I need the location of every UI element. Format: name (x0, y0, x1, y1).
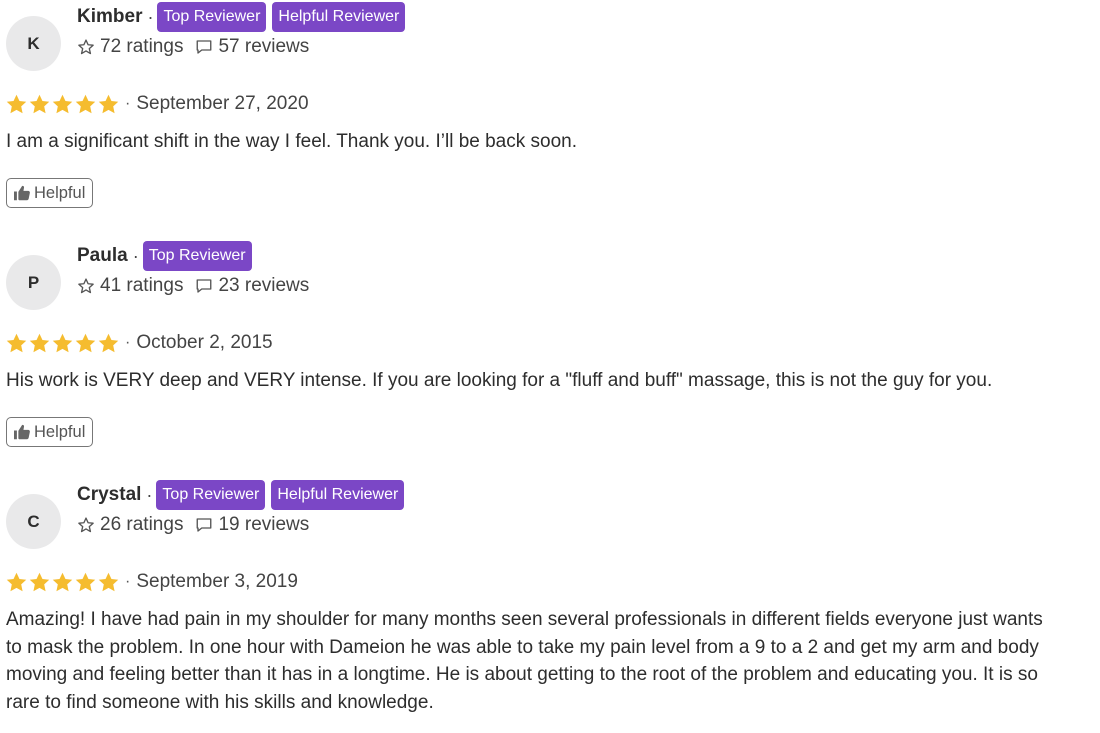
star-icon (75, 572, 96, 592)
review-text: His work is VERY deep and VERY intense. … (6, 370, 993, 391)
reviews-count: 57 reviews (218, 36, 310, 57)
reviewer-name[interactable]: Crystal (77, 484, 141, 506)
reviews-count: 23 reviews (218, 275, 310, 296)
reviewer-header: Crystal · Top Reviewer Helpful Reviewer (77, 479, 410, 511)
star-outline-icon (77, 38, 95, 56)
avatar[interactable]: P (6, 255, 61, 310)
star-icon (75, 333, 96, 353)
speech-bubble-icon (195, 516, 213, 534)
review-date: September 3, 2019 (136, 571, 298, 592)
ratings-count: 41 ratings (100, 275, 184, 296)
star-outline-icon (77, 277, 95, 295)
top-reviewer-badge: Top Reviewer (157, 2, 267, 32)
thumbs-up-icon (14, 424, 30, 440)
thumbs-up-icon (14, 185, 30, 201)
star-icon (6, 333, 27, 353)
review-date: September 27, 2020 (136, 93, 309, 114)
reviewer-header: Paula · Top Reviewer (77, 240, 258, 272)
rating-row: · September 27, 2020 (6, 92, 309, 116)
separator-dot: · (146, 484, 153, 505)
review-text: Amazing! I have had pain in my shoulder … (6, 609, 1043, 713)
helpful-reviewer-badge: Helpful Reviewer (271, 480, 405, 510)
reviews-count: 19 reviews (218, 514, 310, 535)
reviewer-header: Kimber · Top Reviewer Helpful Reviewer (77, 1, 411, 33)
helpful-reviewer-badge: Helpful Reviewer (272, 2, 406, 32)
reviewer-stats: 41 ratings 23 reviews (77, 274, 309, 298)
helpful-label: Helpful (34, 422, 86, 441)
star-rating (6, 572, 121, 592)
speech-bubble-icon (195, 38, 213, 56)
avatar[interactable]: K (6, 16, 61, 71)
star-icon (52, 94, 73, 114)
review-text: I am a significant shift in the way I fe… (6, 131, 578, 152)
star-outline-icon (77, 516, 95, 534)
star-rating (6, 333, 121, 353)
star-rating (6, 94, 121, 114)
separator-dot: · (125, 95, 131, 112)
helpful-button[interactable]: Helpful (6, 417, 94, 447)
star-icon (29, 572, 50, 592)
separator-dot: · (147, 6, 154, 27)
top-reviewer-badge: Top Reviewer (142, 241, 252, 271)
star-icon (6, 94, 27, 114)
helpful-label: Helpful (34, 183, 86, 202)
review-date: October 2, 2015 (136, 332, 273, 353)
reviewer-name[interactable]: Kimber (77, 6, 142, 28)
top-reviewer-badge: Top Reviewer (156, 480, 266, 510)
ratings-count: 72 ratings (100, 36, 184, 57)
separator-dot: · (125, 334, 131, 351)
rating-row: · September 3, 2019 (6, 570, 298, 594)
star-icon (75, 94, 96, 114)
avatar[interactable]: C (6, 494, 61, 549)
star-icon (98, 572, 119, 592)
star-icon (52, 572, 73, 592)
star-icon (98, 333, 119, 353)
rating-row: · October 2, 2015 (6, 331, 273, 355)
helpful-button[interactable]: Helpful (6, 178, 94, 208)
reviewer-stats: 72 ratings 57 reviews (77, 35, 309, 59)
star-icon (29, 333, 50, 353)
separator-dot: · (132, 245, 139, 266)
reviewer-name[interactable]: Paula (77, 245, 128, 267)
star-icon (52, 333, 73, 353)
separator-dot: · (125, 573, 131, 590)
ratings-count: 26 ratings (100, 514, 184, 535)
reviewer-stats: 26 ratings 19 reviews (77, 513, 309, 537)
star-icon (29, 94, 50, 114)
star-icon (6, 572, 27, 592)
star-icon (98, 94, 119, 114)
speech-bubble-icon (195, 277, 213, 295)
